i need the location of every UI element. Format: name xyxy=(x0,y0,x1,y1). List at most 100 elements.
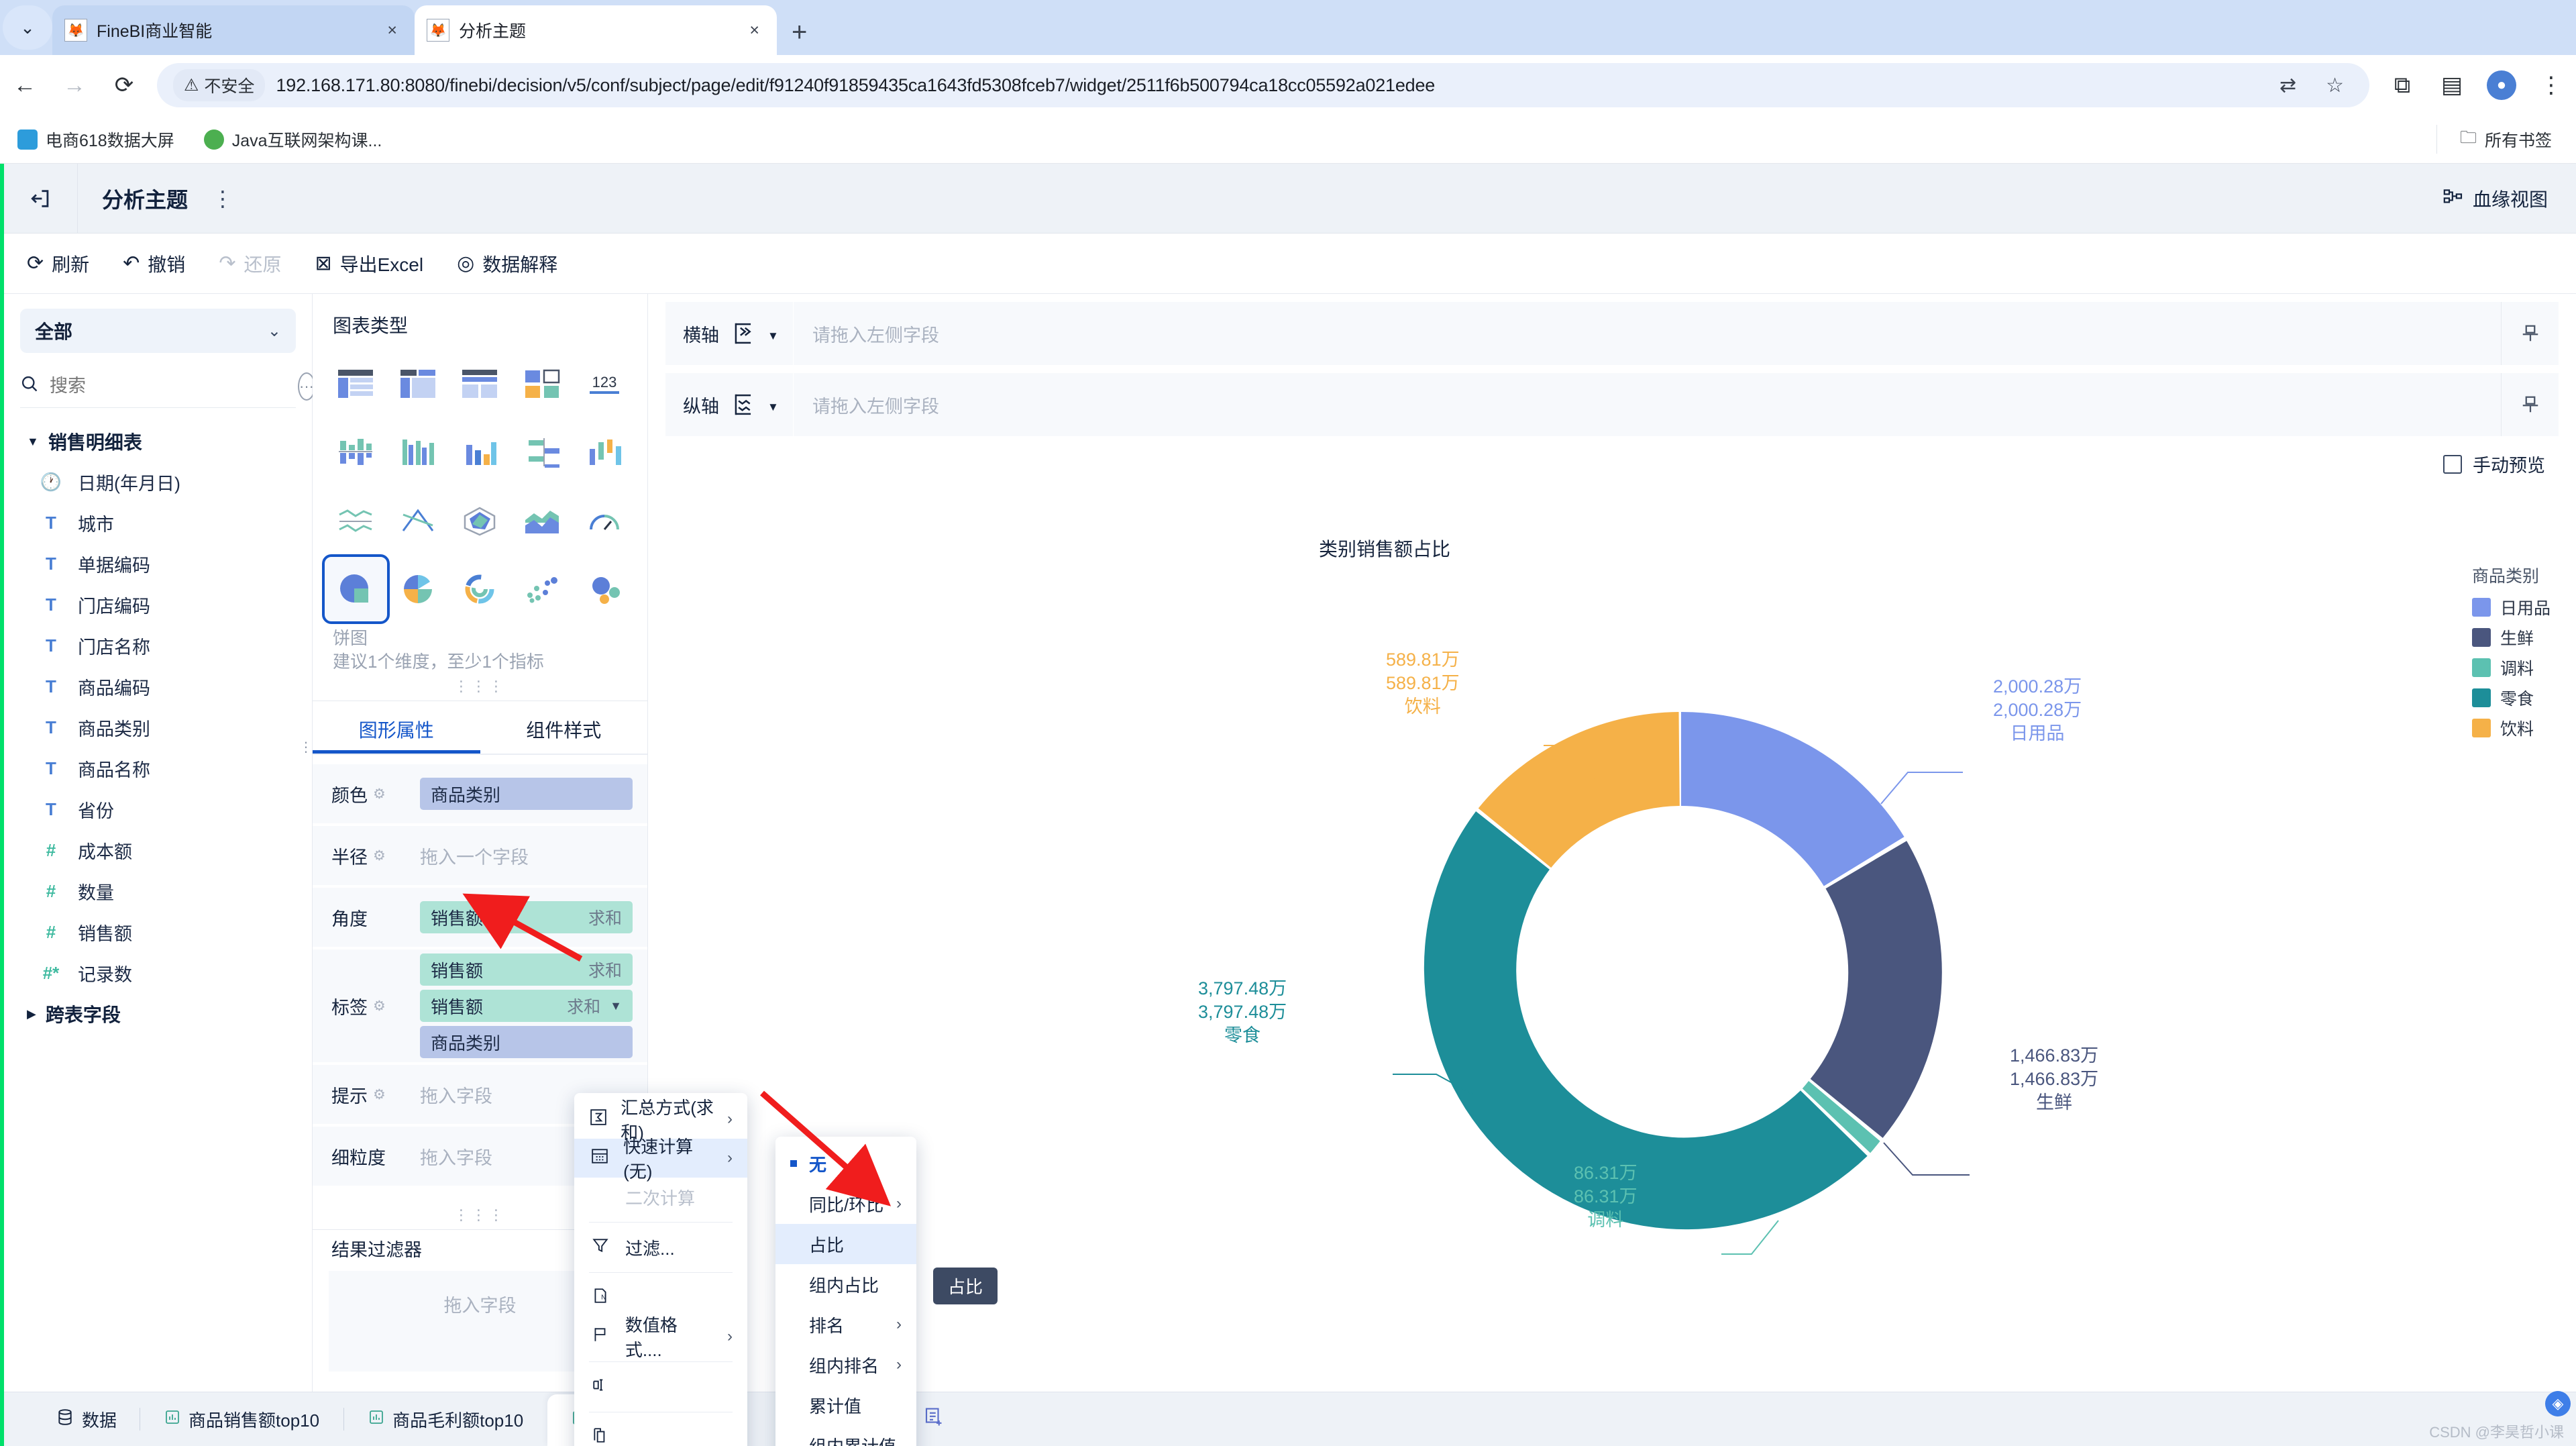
field-item-productname[interactable]: T 商品名称 xyxy=(4,748,312,789)
data-explain-button[interactable]: ◎ 数据解释 xyxy=(457,250,557,277)
submenu-item-rank[interactable]: 排名 › xyxy=(775,1304,916,1345)
field-item-province[interactable]: T 省份 xyxy=(4,789,312,830)
submenu-item-yoy-mom[interactable]: 同比/环比 › xyxy=(775,1184,916,1224)
field-group-crosstable[interactable]: ▶ 跨表字段 xyxy=(4,994,312,1034)
field-item-storecode[interactable]: T 门店编码 xyxy=(4,584,312,625)
tab-graphic-properties[interactable]: 图形属性 xyxy=(313,701,480,754)
field-pill-category-label[interactable]: 商品类别 xyxy=(420,1026,633,1059)
refresh-button[interactable]: ⟳ 刷新 xyxy=(27,250,89,277)
bottom-tab-0[interactable]: 商品销售额top10 xyxy=(140,1392,343,1446)
tab-component-style[interactable]: 组件样式 xyxy=(480,701,648,754)
chart-type-scatter-icon[interactable] xyxy=(511,557,574,621)
gear-icon[interactable]: ⚙ xyxy=(373,786,386,803)
bookmark-item-0[interactable]: 电商618数据大屏 xyxy=(17,127,174,152)
manual-preview-checkbox[interactable] xyxy=(2443,454,2462,474)
field-pill-sales-label-2[interactable]: 销售额 求和 ▼ xyxy=(420,990,633,1023)
field-item-sales[interactable]: # 销售额 xyxy=(4,912,312,953)
browser-tab-0[interactable]: 🦊 FineBI商业智能 × xyxy=(52,5,415,55)
legend-item-生鲜[interactable]: 生鲜 xyxy=(2471,625,2551,650)
y-axis-icon[interactable] xyxy=(729,390,758,419)
legend-item-调料[interactable]: 调料 xyxy=(2471,656,2551,680)
chart-type-bubble-icon[interactable] xyxy=(573,557,635,621)
field-pill-category[interactable]: 商品类别 xyxy=(420,778,633,811)
field-item-billcode[interactable]: T 单据编码 xyxy=(4,544,312,584)
submenu-item-none[interactable]: 无 xyxy=(775,1143,916,1184)
field-item-recordcount[interactable]: #* 记录数 xyxy=(4,953,312,994)
shelf-label-shelf[interactable]: 标签 ⚙ 销售额 求和 销售额 求和 ▼ 商品类别 xyxy=(313,949,647,1063)
lineage-view-button[interactable]: 血缘视图 xyxy=(2443,185,2576,212)
chevron-down-icon[interactable]: ▼ xyxy=(767,401,779,419)
field-item-cost[interactable]: # 成本额 xyxy=(4,830,312,871)
legend-item-零食[interactable]: 零食 xyxy=(2471,686,2551,710)
expand-icon[interactable] xyxy=(2501,302,2559,365)
bookmark-item-1[interactable]: Java互联网架构课... xyxy=(203,127,382,152)
ctx-item-set-display-name[interactable]: › xyxy=(574,1367,747,1406)
undo-button[interactable]: ↶ 撤销 xyxy=(123,250,185,277)
shelf-color[interactable]: 颜色 ⚙ 商品类别 xyxy=(313,764,647,824)
chart-type-card-icon[interactable] xyxy=(511,352,574,416)
submenu-item-proportion[interactable]: 占比 xyxy=(775,1224,916,1264)
chart-type-pie-rose-icon[interactable] xyxy=(387,557,449,621)
slice-零食[interactable] xyxy=(1424,811,1868,1230)
forward-icon[interactable]: → xyxy=(50,60,99,110)
all-bookmarks-button[interactable]: 🗀 所有书签 xyxy=(2436,125,2559,154)
chart-type-radar-icon[interactable] xyxy=(449,488,511,553)
panel-resize-handle[interactable]: ⋮⋮⋮ xyxy=(313,678,647,695)
chart-type-line-multi-icon[interactable] xyxy=(325,488,387,553)
ctx-item-copy[interactable]: › xyxy=(574,1418,747,1446)
profile-avatar[interactable]: ● xyxy=(2477,60,2526,110)
chart-type-column-stack-icon[interactable] xyxy=(325,420,387,484)
back-icon[interactable]: ← xyxy=(0,60,50,110)
chart-type-bar-horizontal-icon[interactable] xyxy=(511,420,574,484)
field-item-city[interactable]: T 城市 xyxy=(4,503,312,544)
submenu-item-group-proportion[interactable]: 组内占比 xyxy=(775,1264,916,1304)
new-tab-button[interactable]: + xyxy=(792,19,807,46)
shelf-radius[interactable]: 半径 ⚙ 拖入一个字段 xyxy=(313,826,647,886)
reload-icon[interactable]: ⟳ xyxy=(99,60,149,110)
field-item-productcode[interactable]: T 商品编码 xyxy=(4,666,312,707)
security-badge[interactable]: ⚠ 不安全 xyxy=(173,69,266,101)
chart-type-number-123-icon[interactable]: 123 xyxy=(573,352,635,416)
chart-type-table-group-icon[interactable] xyxy=(387,352,449,416)
chart-type-table-summary-icon[interactable] xyxy=(449,352,511,416)
gear-icon[interactable]: ⚙ xyxy=(373,1086,386,1103)
x-axis-icon[interactable] xyxy=(729,319,758,348)
export-excel-button[interactable]: ⊠ 导出Excel xyxy=(315,250,423,277)
chart-type-line-cross-icon[interactable] xyxy=(387,488,449,553)
slice-生鲜[interactable] xyxy=(1810,841,1942,1138)
sidepanel-icon[interactable]: ▤ xyxy=(2427,60,2477,110)
legend-item-饮料[interactable]: 饮料 xyxy=(2471,716,2551,740)
axis-dropzone-x[interactable]: 请拖入左侧字段 xyxy=(793,302,2501,365)
chart-type-area-icon[interactable] xyxy=(511,488,574,553)
close-icon[interactable]: × xyxy=(744,21,765,40)
bottom-tab-1[interactable]: 商品毛利额top10 xyxy=(344,1392,547,1446)
close-icon[interactable]: × xyxy=(382,21,402,40)
chart-type-column-range-icon[interactable] xyxy=(573,420,635,484)
gear-icon[interactable]: ⚙ xyxy=(373,847,386,864)
translate-icon[interactable]: ⇄ xyxy=(2270,74,2306,97)
ctx-item-filter[interactable]: 过滤... › xyxy=(574,1228,747,1267)
submenu-item-group-cumulative[interactable]: 组内累计值 xyxy=(775,1425,916,1446)
chart-type-pie-icon[interactable] xyxy=(322,554,390,624)
chart-type-gauge-icon[interactable] xyxy=(573,488,635,553)
slice-日用品[interactable] xyxy=(1681,712,1904,886)
expand-icon[interactable] xyxy=(2501,373,2559,436)
chart-type-table-cross-icon[interactable] xyxy=(325,352,387,416)
chart-type-column-group-icon[interactable] xyxy=(387,420,449,484)
submenu-item-group-rank[interactable]: 组内排名 › xyxy=(775,1345,916,1385)
chevron-down-icon[interactable]: ▼ xyxy=(610,999,622,1013)
search-input[interactable] xyxy=(50,376,287,397)
bookmark-star-icon[interactable]: ☆ xyxy=(2316,74,2353,97)
field-item-category[interactable]: T 商品类别 xyxy=(4,707,312,748)
ctx-item-special-display[interactable]: 数值格式.... › xyxy=(574,1315,747,1360)
legend-item-日用品[interactable]: 日用品 xyxy=(2471,595,2551,619)
field-item-storename[interactable]: T 门店名称 xyxy=(4,625,312,666)
field-item-date[interactable]: 🕐 日期(年月日) xyxy=(4,462,312,503)
gear-icon[interactable]: ⚙ xyxy=(373,998,386,1015)
tab-list-button[interactable]: ⌄ xyxy=(3,5,52,50)
redo-button[interactable]: ↷ 还原 xyxy=(219,250,281,277)
chart-type-column-compare-icon[interactable] xyxy=(449,420,511,484)
bottom-data-button[interactable]: 数据 xyxy=(34,1392,140,1446)
field-pill-sales-angle[interactable]: 销售额 求和 xyxy=(420,901,633,934)
field-pill-sales-label-1[interactable]: 销售额 求和 xyxy=(420,953,633,986)
